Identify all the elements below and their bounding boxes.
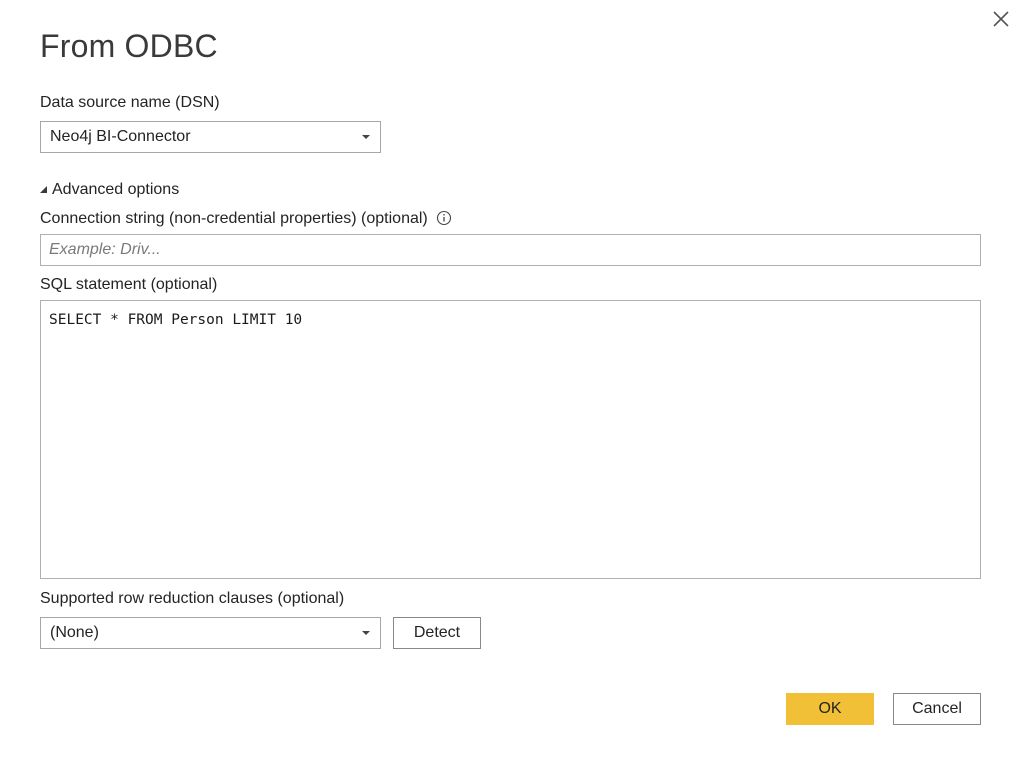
connection-string-label: Connection string (non-credential proper…	[40, 210, 428, 227]
info-icon[interactable]	[436, 210, 452, 231]
row-reduction-label: Supported row reduction clauses (optiona…	[40, 590, 345, 607]
chevron-down-icon	[362, 631, 370, 635]
close-button[interactable]	[990, 8, 1012, 30]
sql-statement-textarea[interactable]: SELECT * FROM Person LIMIT 10	[40, 300, 981, 579]
cancel-button[interactable]: Cancel	[893, 693, 981, 725]
row-reduction-selected-value: (None)	[50, 624, 99, 641]
detect-button[interactable]: Detect	[393, 617, 481, 649]
advanced-options-label: Advanced options	[52, 181, 180, 198]
advanced-options-toggle[interactable]: Advanced options	[40, 181, 179, 199]
dsn-label: Data source name (DSN)	[40, 94, 220, 111]
connection-string-input[interactable]	[40, 234, 981, 266]
odbc-dialog: From ODBC Data source name (DSN) Neo4j B…	[0, 0, 1024, 765]
ok-button[interactable]: OK	[786, 693, 874, 725]
dialog-title: From ODBC	[40, 28, 218, 64]
chevron-down-icon	[362, 135, 370, 139]
dsn-select[interactable]: Neo4j BI-Connector	[40, 121, 381, 153]
row-reduction-select[interactable]: (None)	[40, 617, 381, 649]
dsn-selected-value: Neo4j BI-Connector	[50, 128, 191, 145]
sql-statement-label: SQL statement (optional)	[40, 276, 218, 293]
expand-triangle-icon	[40, 186, 47, 193]
connection-string-label-row: Connection string (non-credential proper…	[40, 210, 452, 231]
close-icon	[993, 11, 1009, 27]
